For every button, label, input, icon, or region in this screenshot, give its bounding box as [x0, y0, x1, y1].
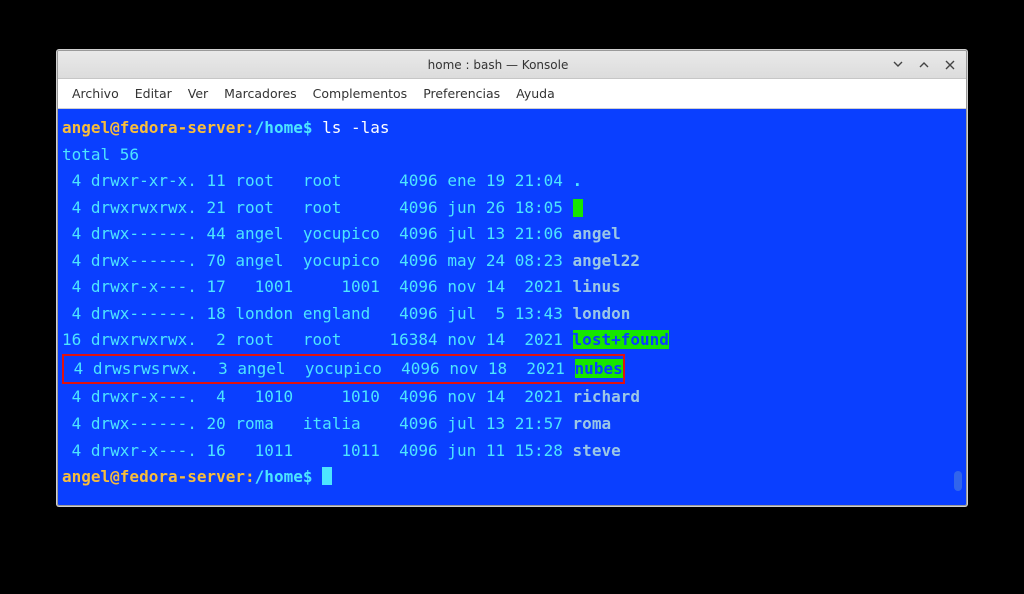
menu-archivo[interactable]: Archivo — [72, 86, 119, 101]
entry-name: steve — [573, 441, 621, 460]
scrollbar-thumb[interactable] — [954, 471, 962, 491]
prompt-sep: : — [245, 118, 255, 137]
prompt-dollar: $ — [303, 467, 313, 486]
entry-name: linus — [573, 277, 621, 296]
window-controls — [890, 57, 958, 73]
prompt-user: angel@fedora-server — [62, 118, 245, 137]
maximize-button[interactable] — [916, 57, 932, 73]
menu-editar[interactable]: Editar — [135, 86, 172, 101]
terminal-cursor — [322, 467, 332, 485]
terminal-line: angel@fedora-server:/home$ ls -las — [62, 115, 962, 142]
terminal-line: 4 drwxr-x---. 17 1001 1001 4096 nov 14 2… — [62, 274, 962, 301]
prompt-path: /home — [255, 467, 303, 486]
menu-ayuda[interactable]: Ayuda — [516, 86, 555, 101]
titlebar: home : bash — Konsole — [58, 51, 966, 79]
terminal-line: 4 drwxrwxrwx. 21 root root 4096 jun 26 1… — [62, 195, 962, 222]
entry-name: lost+found — [573, 330, 669, 349]
terminal-line: angel@fedora-server:/home$ — [62, 464, 962, 491]
prompt-user: angel@fedora-server — [62, 467, 245, 486]
terminal-line: 4 drwxr-x---. 4 1010 1010 4096 nov 14 20… — [62, 384, 962, 411]
entry-name: roma — [573, 414, 612, 433]
entry-name-cursor — [573, 199, 583, 217]
minimize-button[interactable] — [890, 57, 906, 73]
terminal-line: 4 drwx------. 70 angel yocupico 4096 may… — [62, 248, 962, 275]
entry-name: london — [573, 304, 631, 323]
highlighted-entry: 4 drwsrwsrwx. 3 angel yocupico 4096 nov … — [62, 354, 625, 385]
menubar: Archivo Editar Ver Marcadores Complement… — [58, 79, 966, 109]
terminal-line: 4 drwx------. 18 london england 4096 jul… — [62, 301, 962, 328]
window-title: home : bash — Konsole — [106, 58, 890, 72]
entry-name: richard — [573, 387, 640, 406]
terminal-line: 4 drwxr-x---. 16 1011 1011 4096 jun 11 1… — [62, 438, 962, 465]
typed-command: ls -las — [322, 118, 389, 137]
menu-marcadores[interactable]: Marcadores — [224, 86, 297, 101]
menu-ver[interactable]: Ver — [188, 86, 208, 101]
terminal-line: 4 drwsrwsrwx. 3 angel yocupico 4096 nov … — [62, 354, 962, 385]
prompt-sep: : — [245, 467, 255, 486]
terminal-line: 4 drwx------. 20 roma italia 4096 jul 13… — [62, 411, 962, 438]
entry-name: nubes — [575, 359, 623, 378]
menu-preferencias[interactable]: Preferencias — [423, 86, 500, 101]
entry-name: angel — [573, 224, 621, 243]
terminal-area[interactable]: angel@fedora-server:/home$ ls -lastotal … — [58, 109, 966, 505]
prompt-path: /home — [255, 118, 303, 137]
menu-complementos[interactable]: Complementos — [313, 86, 408, 101]
prompt-dollar: $ — [303, 118, 313, 137]
entry-name: . — [573, 171, 583, 190]
terminal-line: 16 drwxrwxrwx. 2 root root 16384 nov 14 … — [62, 327, 962, 354]
terminal-line: total 56 — [62, 142, 962, 169]
close-button[interactable] — [942, 57, 958, 73]
entry-name: angel22 — [573, 251, 640, 270]
terminal-line: 4 drwx------. 44 angel yocupico 4096 jul… — [62, 221, 962, 248]
terminal-line: 4 drwxr-xr-x. 11 root root 4096 ene 19 2… — [62, 168, 962, 195]
konsole-window: home : bash — Konsole Archivo Editar Ver… — [57, 50, 967, 506]
